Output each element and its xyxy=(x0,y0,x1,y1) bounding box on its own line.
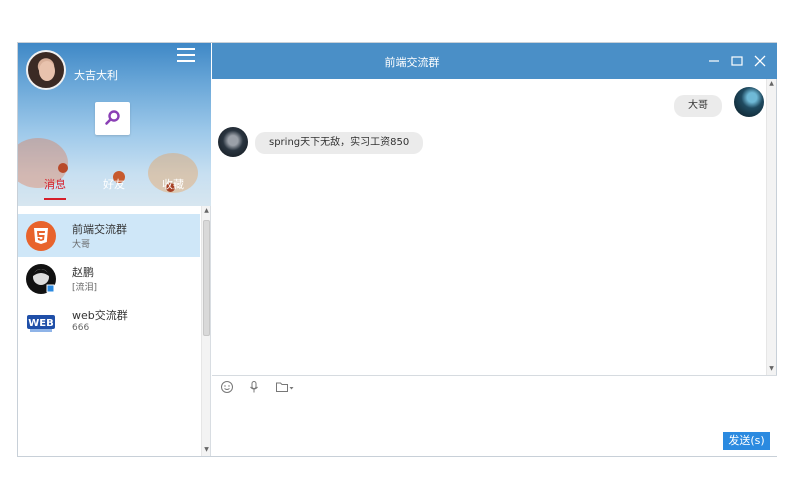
search-button[interactable] xyxy=(95,102,130,135)
chat-app-window: 大吉大利 消息 好友 收藏 前端交流群 大哥 赵鹏 [流泪] WEB web交流… xyxy=(17,42,777,457)
folder-icon[interactable] xyxy=(275,380,295,394)
html5-icon xyxy=(26,221,56,251)
conversation-scrollbar[interactable]: ▲ ▼ xyxy=(201,206,210,456)
tab-friends[interactable]: 好友 xyxy=(103,176,125,200)
conversation-last-message: [流泪] xyxy=(72,283,98,293)
tab-favorites[interactable]: 收藏 xyxy=(162,176,184,200)
message-bubble-received: spring天下无敌，实习工资850 xyxy=(255,132,424,154)
menu-icon[interactable] xyxy=(177,48,195,62)
maximize-icon[interactable] xyxy=(729,53,745,69)
tab-messages[interactable]: 消息 xyxy=(44,176,66,200)
user-avatar-icon xyxy=(26,264,56,294)
message-bubble-sent: 大哥 xyxy=(674,95,722,117)
profile-banner: 大吉大利 消息 好友 收藏 xyxy=(18,43,211,206)
microphone-icon[interactable] xyxy=(247,380,261,394)
conversation-list: 前端交流群 大哥 赵鹏 [流泪] WEB web交流群 666 xyxy=(18,214,200,343)
conversation-name: 前端交流群 xyxy=(72,223,127,236)
message-input[interactable] xyxy=(212,397,777,456)
chat-panel: 前端交流群 大哥 spring天下无敌，实习工资850 .bubble-r{to… xyxy=(212,43,777,456)
scroll-up-arrow-icon[interactable]: ▲ xyxy=(767,80,776,87)
scroll-down-arrow-icon[interactable]: ▼ xyxy=(767,365,776,372)
conversation-item[interactable]: 赵鹏 [流泪] xyxy=(18,257,200,300)
minimize-icon[interactable] xyxy=(706,53,722,69)
conversation-last-message: 大哥 xyxy=(72,240,91,250)
svg-text:WEB: WEB xyxy=(28,318,53,329)
sender-avatar[interactable] xyxy=(734,87,764,117)
sidebar: 大吉大利 消息 好友 收藏 前端交流群 大哥 赵鹏 [流泪] WEB web交流… xyxy=(18,43,211,456)
send-button[interactable]: 发送(s) xyxy=(723,432,770,450)
composer-toolbar xyxy=(212,375,777,397)
tab-bar: 消息 好友 收藏 xyxy=(18,176,211,202)
scrollbar-thumb[interactable] xyxy=(203,220,210,336)
chat-titlebar: 前端交流群 xyxy=(212,43,777,79)
conversation-name: web交流群 xyxy=(72,309,128,322)
username: 大吉大利 xyxy=(74,69,118,82)
conversation-item[interactable]: 前端交流群 大哥 xyxy=(18,214,200,257)
conversation-name: 赵鹏 xyxy=(72,266,94,279)
message-scrollbar[interactable]: ▲ ▼ xyxy=(766,79,776,375)
scroll-up-arrow-icon[interactable]: ▲ xyxy=(202,207,211,214)
web-icon: WEB xyxy=(27,315,55,332)
close-icon[interactable] xyxy=(752,53,768,69)
user-avatar[interactable] xyxy=(26,50,66,90)
receiver-avatar[interactable] xyxy=(218,127,248,157)
emoji-icon[interactable] xyxy=(220,380,234,394)
message-area: 大哥 spring天下无敌，实习工资850 xyxy=(212,79,767,375)
banner-decoration xyxy=(58,163,68,173)
chat-title: 前端交流群 xyxy=(384,56,440,69)
conversation-item[interactable]: WEB web交流群 666 xyxy=(18,300,200,343)
conversation-last-message: 666 xyxy=(72,323,90,333)
scroll-down-arrow-icon[interactable]: ▼ xyxy=(202,446,211,453)
search-icon xyxy=(105,110,120,125)
